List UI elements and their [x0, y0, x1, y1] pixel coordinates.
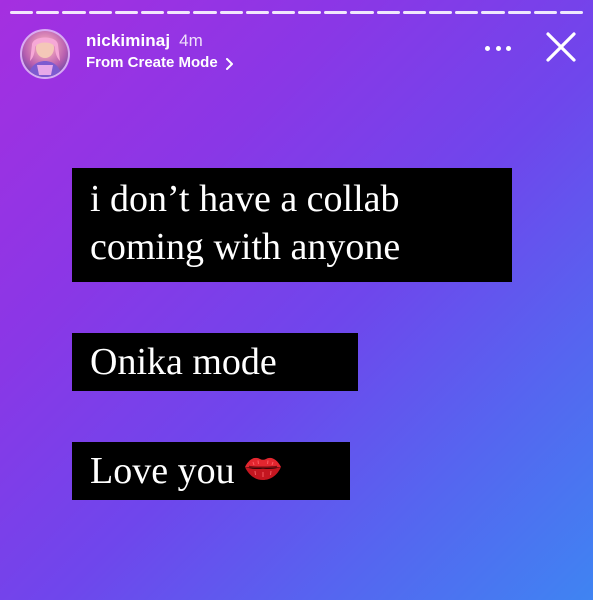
story-view[interactable]: nickiminaj 4m From Create Mode i don’t h… — [0, 0, 593, 600]
progress-segment — [559, 11, 584, 14]
progress-segment — [455, 11, 479, 14]
username-link[interactable]: nickiminaj — [86, 31, 170, 51]
progress-segment — [167, 11, 191, 14]
progress-segment — [62, 11, 86, 14]
more-icon[interactable] — [485, 43, 511, 53]
progress-segment — [533, 11, 557, 14]
story-progress-bar — [10, 11, 584, 14]
progress-segment — [10, 11, 34, 14]
kiss-mark-icon — [243, 447, 283, 495]
progress-segment — [298, 11, 322, 14]
story-header: nickiminaj 4m From Create Mode — [20, 29, 581, 81]
progress-segment — [271, 11, 296, 14]
more-dot — [485, 45, 490, 51]
progress-segment — [88, 11, 112, 14]
progress-segment — [140, 11, 165, 14]
progress-segment — [193, 11, 217, 14]
avatar[interactable] — [20, 29, 70, 79]
user-info: nickiminaj 4m From Create Mode — [86, 31, 234, 71]
more-dot — [506, 45, 511, 51]
progress-segment — [402, 11, 426, 14]
progress-segment — [114, 11, 138, 14]
post-time: 4m — [179, 31, 203, 50]
progress-segment — [324, 11, 348, 14]
progress-segment — [376, 11, 400, 14]
more-dot — [495, 45, 501, 51]
progress-segment — [481, 11, 505, 14]
progress-segment — [219, 11, 243, 14]
close-icon[interactable] — [543, 29, 579, 65]
progress-segment — [245, 11, 269, 14]
caption-love-you-text: Love you — [90, 450, 235, 492]
progress-segment — [507, 11, 531, 14]
caption-onika-mode: Onika mode — [72, 333, 358, 391]
chevron-right-icon — [225, 57, 234, 70]
progress-segment — [36, 11, 60, 14]
create-mode-link[interactable]: From Create Mode — [86, 54, 234, 71]
caption-no-collab: i don’t have a collab coming with anyone — [72, 168, 512, 282]
progress-segment — [429, 11, 453, 14]
profile-photo-avatar-icon — [22, 31, 68, 77]
progress-segment — [350, 11, 374, 14]
source-label: From Create Mode — [86, 54, 218, 71]
caption-love-you: Love you — [72, 442, 350, 500]
